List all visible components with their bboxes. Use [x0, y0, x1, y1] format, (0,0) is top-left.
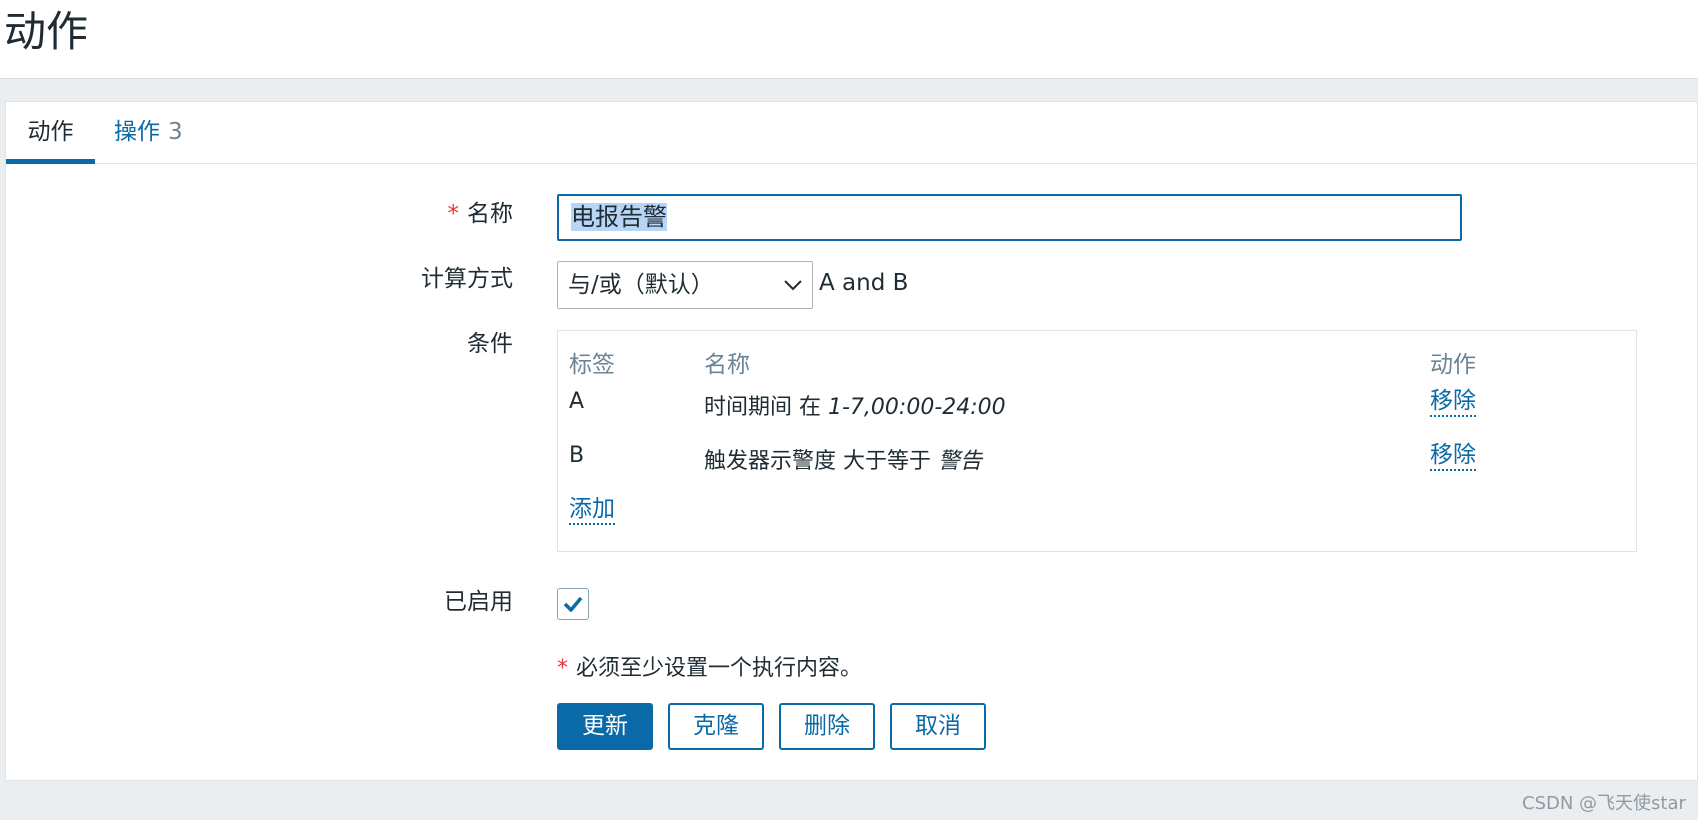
calc-formula: A and B [819, 270, 909, 296]
enabled-checkbox[interactable] [557, 588, 589, 620]
condition-name: 时间期间 在 1-7,00:00-24:00 [704, 389, 1006, 421]
required-note: * 必须至少设置一个执行内容。 [557, 650, 862, 682]
update-button[interactable]: 更新 [557, 703, 653, 750]
condition-text: 时间期间 在 [704, 395, 821, 420]
add-condition-link[interactable]: 添加 [569, 495, 615, 525]
calc-label: 计算方式 [421, 266, 513, 292]
required-mark: * [557, 656, 568, 681]
header-action: 动作 [1430, 352, 1476, 378]
cancel-button[interactable]: 取消 [890, 703, 986, 750]
condition-text: 触发器示警度 大于等于 [704, 449, 931, 474]
watermark: CSDN @飞天使star [1522, 793, 1686, 814]
header-label: 标签 [569, 352, 615, 378]
checkmark-icon [563, 596, 583, 612]
name-input-value: 电报告警 [571, 203, 667, 231]
name-label: * 名称 [380, 194, 514, 228]
tab-operations[interactable]: 操作 3 [114, 102, 183, 164]
condition-value: 1-7,00:00-24:00 [828, 395, 1006, 420]
remove-link[interactable]: 移除 [1430, 387, 1476, 417]
condition-value: 警告 [938, 449, 983, 474]
condition-label: B [569, 443, 585, 468]
condition-label: A [569, 389, 585, 414]
page-title: 动作 [4, 7, 89, 56]
required-note-text: 必须至少设置一个执行内容。 [576, 656, 863, 681]
chevron-down-icon [784, 280, 802, 291]
calc-select-value: 与/或（默认） [568, 272, 714, 298]
tab-operations-count: 3 [168, 119, 183, 145]
tab-bar: 动作 操作 3 [6, 102, 1697, 164]
delete-button[interactable]: 删除 [779, 703, 875, 750]
name-label-text: 名称 [467, 201, 513, 227]
tab-action[interactable]: 动作 [6, 102, 95, 164]
clone-button[interactable]: 克隆 [668, 703, 764, 750]
calc-select[interactable]: 与/或（默认） [557, 261, 813, 309]
enabled-label: 已启用 [444, 589, 513, 615]
conditions-label: 条件 [467, 331, 513, 357]
name-input[interactable]: 电报告警 [557, 194, 1462, 241]
remove-link[interactable]: 移除 [1430, 441, 1476, 471]
tab-operations-label: 操作 [114, 119, 160, 145]
page-header: 动作 [0, 0, 1698, 79]
condition-name: 触发器示警度 大于等于 警告 [704, 443, 982, 475]
header-name: 名称 [704, 352, 750, 378]
required-mark: * [447, 201, 460, 227]
tab-action-label: 动作 [27, 119, 74, 145]
conditions-table: 标签 名称 动作 A 时间期间 在 1-7,00:00-24:00 移除 B 触… [557, 330, 1637, 552]
